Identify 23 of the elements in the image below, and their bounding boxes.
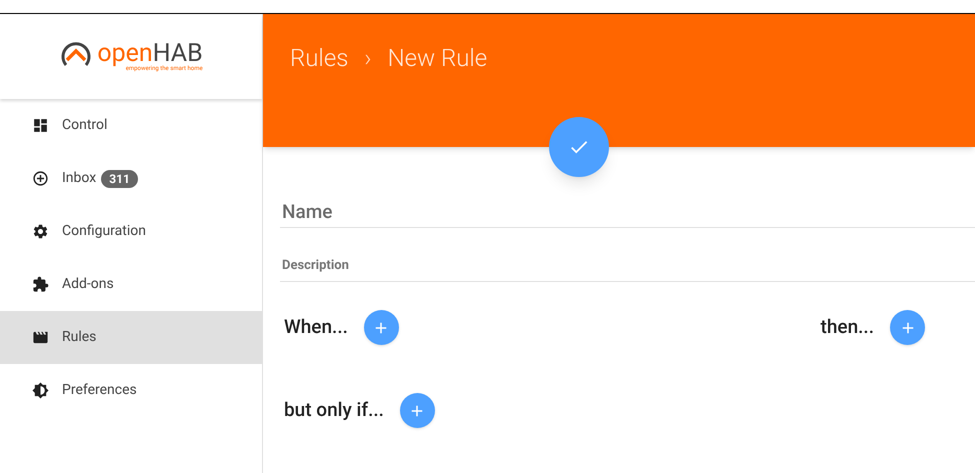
sidebar-item[interactable]: Inbox 311 [0,152,262,205]
page-title: New Rule [388,43,488,74]
add-condition-button[interactable] [400,393,435,428]
section-label: but only if... [284,397,384,424]
description-field[interactable]: Description [280,249,975,282]
sidebar-item[interactable]: Control [0,99,262,152]
sidebar-item[interactable]: Rules [0,311,262,364]
section-label: then... [820,314,874,340]
sidebar-item[interactable]: Preferences [0,364,262,417]
sidebar-item[interactable]: Add-ons [0,258,262,311]
breadcrumb-separator: › [364,43,372,74]
brand-name: openHAB [97,41,203,66]
film-icon [32,329,49,346]
sidebar-item[interactable]: Configuration [0,205,262,258]
add-action-button[interactable] [890,310,925,345]
count-badge: 311 [101,170,138,188]
section-label: When... [284,314,348,340]
name-field[interactable]: Name [280,196,975,228]
settings-icon [32,223,49,240]
dashboard-icon [32,117,49,134]
puzzle-icon [32,276,49,293]
contrast-icon [32,382,49,399]
add-trigger-button[interactable] [364,310,399,345]
